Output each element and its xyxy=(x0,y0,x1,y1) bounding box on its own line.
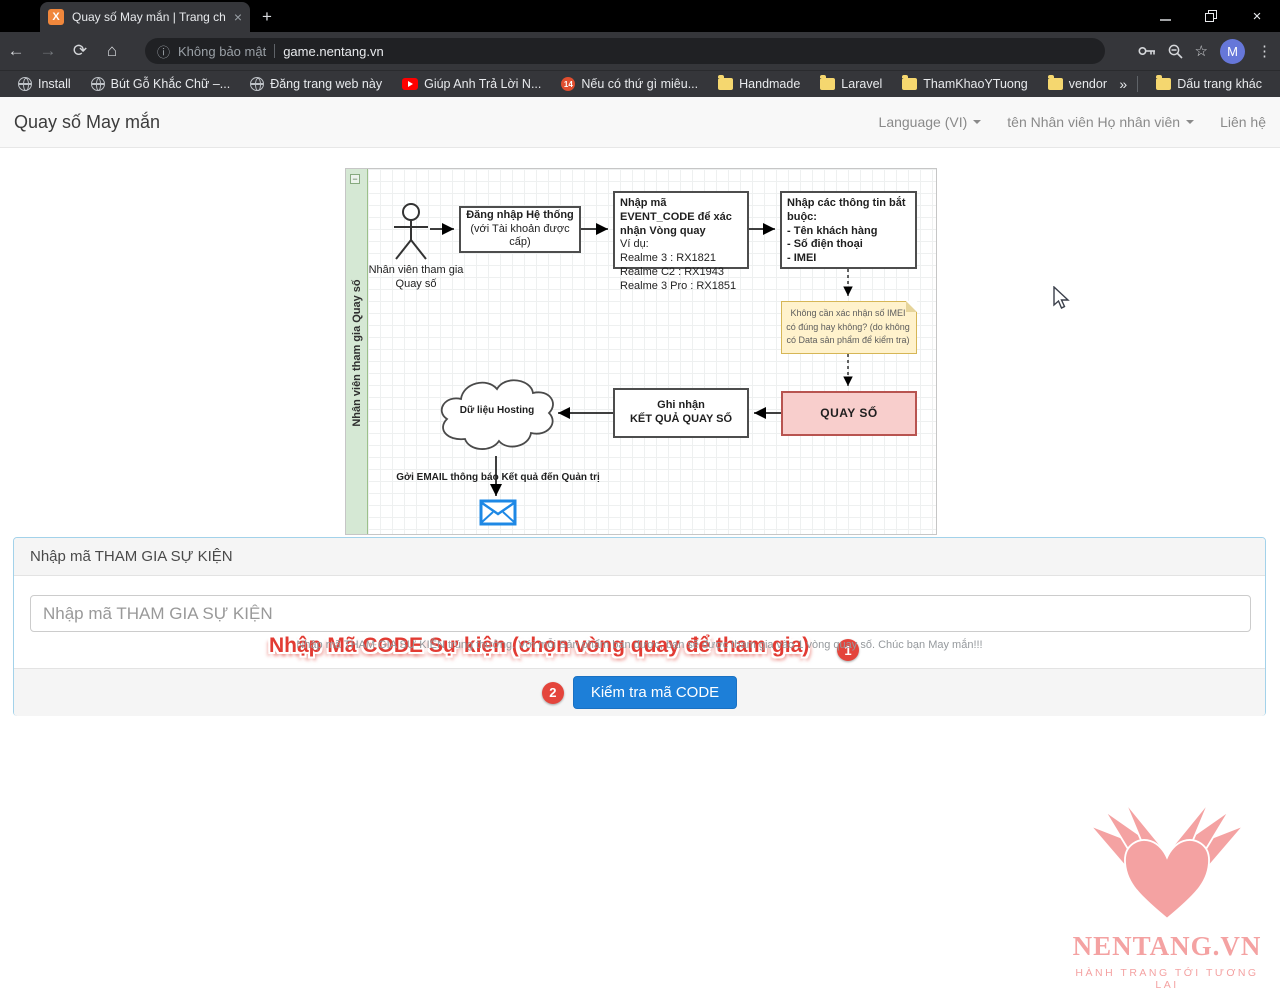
key-icon[interactable] xyxy=(1138,45,1156,57)
bookmarks-bar: Install Bút Gỗ Khắc Chữ –... Đăng trang … xyxy=(0,70,1280,97)
contact-link[interactable]: Liên hệ xyxy=(1220,114,1266,130)
flow-box-spin: QUAY SỐ xyxy=(781,391,917,436)
flowchart-image: Nhân viên tham gia Quay số − xyxy=(345,168,937,535)
back-icon[interactable]: ← xyxy=(0,41,32,61)
flow-box-login: Đăng nhập Hệ thống (với Tài khoản được c… xyxy=(459,206,581,253)
youtube-icon xyxy=(402,78,418,90)
site-nav-links: Language (VI) tên Nhân viên Họ nhân viên… xyxy=(879,114,1266,130)
profile-avatar[interactable]: M xyxy=(1220,39,1245,64)
bookmark-item[interactable]: 14Nếu có thứ gì miêu... xyxy=(553,75,706,93)
bookmark-folder[interactable]: Laravel xyxy=(812,75,890,93)
security-label: Không bảo mật xyxy=(178,44,266,59)
globe-icon xyxy=(91,77,105,91)
flow-note-imei: Không cần xác nhận số IMEI có đúng hay k… xyxy=(781,301,917,354)
flow-box-required-info: Nhập các thông tin bắt buộc: - Tên khách… xyxy=(780,191,917,269)
screen: X Quay số May mắn | Trang chủ × + × ← → … xyxy=(0,0,1280,994)
browser-toolbar: ← → ⟳ ⌂ ⓘ Không bảo mật game.nentang.vn … xyxy=(0,32,1280,70)
globe-icon xyxy=(250,77,264,91)
info-icon[interactable]: ⓘ xyxy=(157,42,170,61)
mouse-cursor xyxy=(1052,286,1072,310)
step-2-badge: 2 xyxy=(542,682,564,704)
toolbar-right: ☆ M ⋮ xyxy=(1138,32,1272,70)
menu-dots-icon[interactable]: ⋮ xyxy=(1257,42,1272,60)
xampp-favicon-icon: X xyxy=(48,9,64,25)
logo-title: NENTANG.VN xyxy=(1062,931,1272,962)
actor-icon xyxy=(376,202,446,262)
language-dropdown[interactable]: Language (VI) xyxy=(879,114,982,130)
bookmark-folder[interactable]: vendor xyxy=(1040,75,1115,93)
badge-14-icon: 14 xyxy=(561,77,575,91)
folder-icon xyxy=(902,78,917,90)
address-bar[interactable]: ⓘ Không bảo mật game.nentang.vn xyxy=(145,38,1105,64)
bookmark-star-icon[interactable]: ☆ xyxy=(1195,42,1208,60)
book-heart-icon xyxy=(1077,798,1257,926)
browser-titlebar: X Quay số May mắn | Trang chủ × + × xyxy=(0,0,1280,32)
url-text: game.nentang.vn xyxy=(283,44,383,59)
bookmark-item[interactable]: Bút Gỗ Khắc Chữ –... xyxy=(83,75,239,93)
panel-footer: 2 Kiểm tra mã CODE xyxy=(14,668,1265,716)
address-divider xyxy=(274,44,275,58)
folder-icon xyxy=(820,78,835,90)
bookmark-folder[interactable]: Handmade xyxy=(710,75,808,93)
chevron-down-icon xyxy=(1186,120,1194,124)
panel-header: Nhập mã THAM GIA SỰ KIỆN xyxy=(14,538,1265,576)
zoom-out-icon[interactable] xyxy=(1168,44,1183,59)
chevron-down-icon xyxy=(973,120,981,124)
folder-icon xyxy=(718,78,733,90)
actor-label: Nhân viên tham gia Quay số xyxy=(356,263,476,292)
bookmarks-overflow-icon[interactable]: » xyxy=(1119,76,1127,92)
restore-button[interactable] xyxy=(1188,0,1234,32)
bookmark-item[interactable]: Giúp Anh Trả Lời N... xyxy=(394,75,549,93)
bookmark-item[interactable]: Đăng trang web này xyxy=(242,75,390,93)
new-tab-button[interactable]: + xyxy=(262,7,272,27)
forward-icon[interactable]: → xyxy=(32,41,64,61)
site-brand[interactable]: Quay số May mắn xyxy=(14,112,160,133)
minimize-button[interactable] xyxy=(1142,0,1188,32)
bookmark-item[interactable]: Install xyxy=(10,75,79,93)
panel-body: Nhập Mã CODE Sự kiện (chọn vòng quay để … xyxy=(14,576,1265,668)
close-button[interactable]: × xyxy=(1234,0,1280,32)
minimize-icon xyxy=(1160,11,1171,22)
bookmark-folder[interactable]: ThamKhaoYTuong xyxy=(894,75,1035,93)
email-envelope-icon xyxy=(479,499,517,526)
check-code-button[interactable]: Kiểm tra mã CODE xyxy=(573,676,737,709)
browser-tab[interactable]: X Quay số May mắn | Trang chủ × xyxy=(40,2,250,32)
panel-title: Nhập mã THAM GIA SỰ KIỆN xyxy=(30,548,233,565)
email-note-label: Gởi EMAIL thông báo Kết quả đến Quản trị xyxy=(376,472,620,483)
window-controls: × xyxy=(1142,0,1280,32)
event-code-panel: Nhập mã THAM GIA SỰ KIỆN Nhập Mã CODE Sự… xyxy=(13,537,1266,716)
nentang-logo: NENTANG.VN HÀNH TRANG TỚI TƯƠNG LAI xyxy=(1062,798,1272,991)
flow-box-event-code: Nhập mã EVENT_CODE để xác nhận Vòng quay… xyxy=(613,191,749,269)
reload-icon[interactable]: ⟳ xyxy=(64,41,96,61)
site-navbar: Quay số May mắn Language (VI) tên Nhân v… xyxy=(0,97,1280,148)
logo-subtitle: HÀNH TRANG TỚI TƯƠNG LAI xyxy=(1062,967,1272,991)
cloud-label: Dữ liệu Hosting xyxy=(442,405,552,416)
event-code-input[interactable] xyxy=(30,595,1251,632)
tab-title: Quay số May mắn | Trang chủ xyxy=(72,10,226,24)
flow-box-record-result: Ghi nhận KẾT QUẢ QUAY SỐ xyxy=(613,388,749,438)
folder-icon xyxy=(1048,78,1063,90)
folder-icon xyxy=(1156,78,1171,90)
restore-icon xyxy=(1205,10,1217,22)
tab-close-icon[interactable]: × xyxy=(234,10,242,24)
home-icon[interactable]: ⌂ xyxy=(96,41,128,61)
bookmarks-separator xyxy=(1137,76,1138,92)
globe-icon xyxy=(18,77,32,91)
user-dropdown[interactable]: tên Nhân viên Họ nhân viên xyxy=(1007,114,1194,130)
helper-text: Nhập mã THAM GIA SỰ KIỆN trúng thưởng. V… xyxy=(14,639,1265,651)
other-bookmarks[interactable]: Dấu trang khác xyxy=(1148,75,1270,93)
